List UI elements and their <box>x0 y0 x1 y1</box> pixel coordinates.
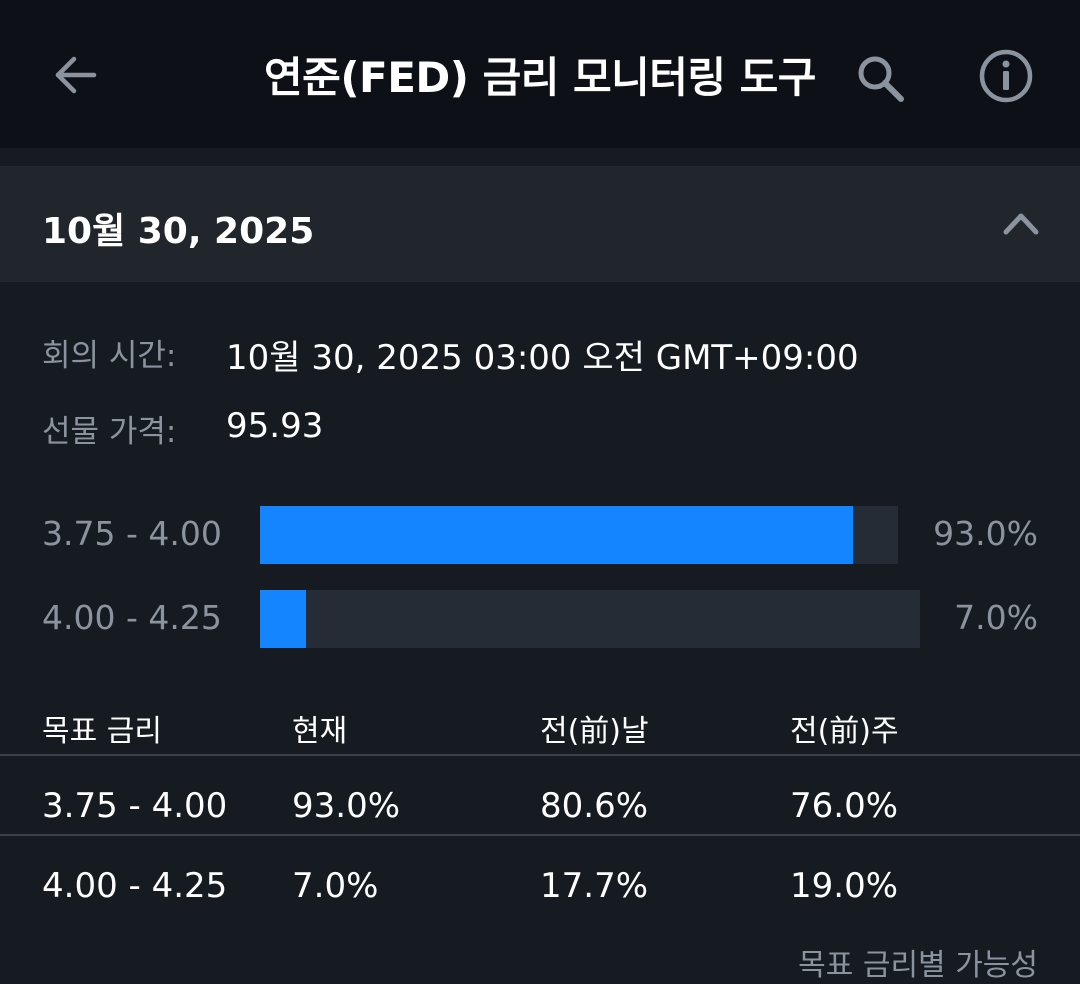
futures-price-value: 95.93 <box>226 406 324 446</box>
table-cell: 3.75 - 4.00 <box>42 786 228 826</box>
futures-price-label: 선물 가격: <box>42 414 177 450</box>
footer-note: 목표 금리별 가능성 <box>798 948 1038 983</box>
bar-range-label: 4.00 - 4.25 <box>42 598 222 637</box>
table-cell: 76.0% <box>790 786 899 826</box>
meeting-date: 10월 30, 2025 <box>42 211 315 252</box>
table-cell: 80.6% <box>540 786 649 826</box>
probability-bar-track <box>260 506 898 564</box>
meeting-date-header[interactable]: 10월 30, 2025 <box>0 166 1080 282</box>
bar-percent-label: 7.0% <box>954 598 1038 637</box>
meeting-time-label: 회의 시간: <box>42 338 177 374</box>
probability-bar-fill <box>260 506 854 564</box>
page-title: 연준(FED) 금리 모니터링 도구 <box>264 53 816 102</box>
table-cell: 17.7% <box>540 866 649 906</box>
divider <box>0 834 1080 836</box>
meeting-time-value: 10월 30, 2025 03:00 오전 GMT+09:00 <box>226 338 859 378</box>
column-header-previous-day: 전(前)날 <box>540 714 649 749</box>
chevron-up-icon[interactable] <box>1002 208 1040 238</box>
probability-bar-fill <box>260 590 307 648</box>
search-icon[interactable] <box>854 52 906 104</box>
column-header-previous-week: 전(前)주 <box>790 714 899 749</box>
table-cell: 93.0% <box>292 786 401 826</box>
table-cell: 7.0% <box>292 866 379 906</box>
table-cell: 4.00 - 4.25 <box>42 866 228 906</box>
column-header-current: 현재 <box>292 714 348 749</box>
info-icon[interactable] <box>978 48 1034 104</box>
bar-range-label: 3.75 - 4.00 <box>42 514 222 553</box>
divider <box>0 754 1080 756</box>
top-app-bar: 연준(FED) 금리 모니터링 도구 <box>0 0 1080 148</box>
column-header-target-rate: 목표 금리 <box>42 714 162 749</box>
bar-percent-label: 93.0% <box>933 514 1038 553</box>
probability-bar-track <box>260 590 920 648</box>
table-cell: 19.0% <box>790 866 899 906</box>
